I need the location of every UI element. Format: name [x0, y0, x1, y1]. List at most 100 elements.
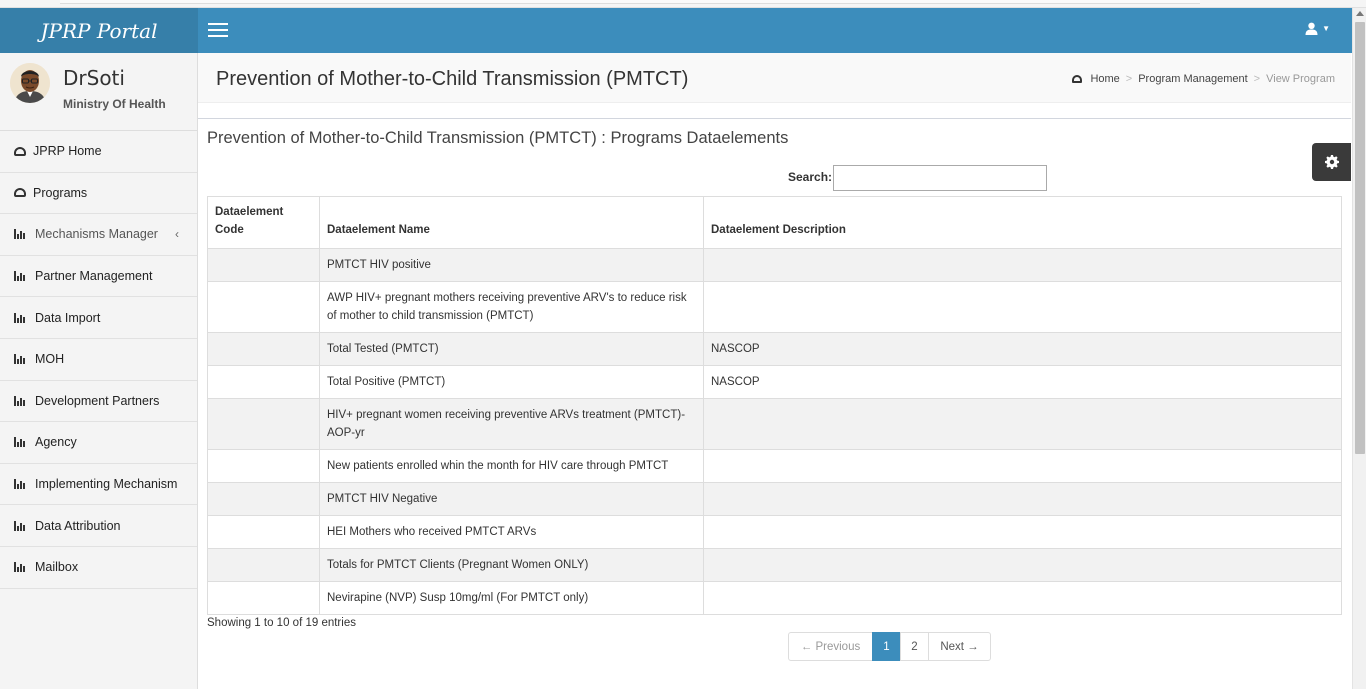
user-icon: [1305, 22, 1318, 35]
sidebar-item-programs[interactable]: Programs: [0, 173, 197, 215]
sidebar-item-label: Mailbox: [35, 560, 79, 575]
cell-name: PMTCT HIV positive: [319, 248, 704, 282]
brand-logo[interactable]: JPRP Portal: [0, 8, 198, 53]
settings-button[interactable]: [1312, 143, 1351, 181]
sidebar-item-moh[interactable]: MOH: [0, 339, 197, 381]
sidebar-item-label: JPRP Home: [33, 144, 102, 159]
sidebar-item-label: Agency: [35, 435, 77, 450]
cell-description: [703, 515, 1342, 549]
user-name: DrSoti: [63, 66, 125, 90]
user-panel: DrSoti Ministry Of Health: [0, 53, 197, 131]
table-info: Showing 1 to 10 of 19 entries: [207, 617, 356, 629]
divider: [198, 118, 1351, 119]
cell-code: [207, 482, 320, 516]
sidebar-item-development-partners[interactable]: Development Partners: [0, 381, 197, 423]
cell-name: HEI Mothers who received PMTCT ARVs: [319, 515, 704, 549]
table-row: AWP HIV+ pregnant mothers receiving prev…: [207, 281, 1342, 333]
breadcrumb-current: View Program: [1266, 73, 1335, 85]
page-2-button[interactable]: 2: [900, 632, 929, 661]
cell-description: NASCOP: [703, 365, 1342, 399]
cell-code: [207, 398, 320, 450]
cell-description: [703, 581, 1342, 615]
sidebar-item-implementing-mechanism[interactable]: Implementing Mechanism: [0, 464, 197, 506]
bar-chart-icon: [14, 562, 28, 573]
sidebar-item-label: Data Import: [35, 310, 101, 325]
user-organization: Ministry Of Health: [63, 97, 166, 111]
cell-name: Total Positive (PMTCT): [319, 365, 704, 399]
cell-name: PMTCT HIV Negative: [319, 482, 704, 516]
bar-chart-icon: [14, 437, 28, 448]
cell-description: NASCOP: [703, 332, 1342, 366]
cell-description: [703, 248, 1342, 282]
sidebar-item-mailbox[interactable]: Mailbox: [0, 547, 197, 589]
table-row: Total Tested (PMTCT) NASCOP: [207, 332, 1342, 366]
top-navbar: ▼: [198, 8, 1352, 53]
dashboard-icon: [14, 188, 26, 198]
cell-name: Nevirapine (NVP) Susp 10mg/ml (For PMTCT…: [319, 581, 704, 615]
bar-chart-icon: [14, 354, 28, 365]
page-scrollbar[interactable]: [1352, 8, 1366, 689]
chevron-left-icon: ‹: [175, 227, 179, 242]
sidebar-item-partner-management[interactable]: Partner Management: [0, 256, 197, 298]
breadcrumb-separator: >: [1125, 73, 1133, 85]
cell-name: Totals for PMTCT Clients (Pregnant Women…: [319, 548, 704, 582]
content-header: Prevention of Mother-to-Child Transmissi…: [198, 53, 1351, 103]
table-row: Totals for PMTCT Clients (Pregnant Women…: [207, 548, 1342, 582]
breadcrumb-separator: >: [1253, 73, 1261, 85]
breadcrumb: Home > Program Management > View Program: [1072, 73, 1335, 85]
cell-code: [207, 248, 320, 282]
bar-chart-icon: [14, 312, 28, 323]
table-row: Nevirapine (NVP) Susp 10mg/ml (For PMTCT…: [207, 581, 1342, 615]
sidebar-item-label: Partner Management: [35, 269, 153, 284]
page-1-button[interactable]: 1: [872, 632, 901, 661]
table-row: HIV+ pregnant women receiving preventive…: [207, 398, 1342, 450]
breadcrumb-program-management[interactable]: Program Management: [1138, 73, 1247, 85]
bar-chart-icon: [14, 395, 28, 406]
table-row: Total Positive (PMTCT) NASCOP: [207, 365, 1342, 399]
cell-description: [703, 482, 1342, 516]
browser-strip: [0, 0, 1366, 8]
sidebar-item-label: Implementing Mechanism: [35, 477, 178, 492]
cell-code: [207, 581, 320, 615]
bar-chart-icon: [14, 479, 28, 490]
cell-name: New patients enrolled whin the month for…: [319, 449, 704, 483]
search-input[interactable]: [833, 165, 1047, 191]
section-title: Prevention of Mother-to-Child Transmissi…: [207, 129, 789, 147]
cell-code: [207, 332, 320, 366]
breadcrumb-home[interactable]: Home: [1090, 73, 1119, 85]
dashboard-icon: [14, 146, 26, 156]
column-header-name[interactable]: Dataelement Name: [319, 196, 704, 249]
cell-name: AWP HIV+ pregnant mothers receiving prev…: [319, 281, 704, 333]
cell-name: Total Tested (PMTCT): [319, 332, 704, 366]
search-label: Search:: [788, 170, 833, 184]
column-header-code[interactable]: Dataelement Code: [207, 196, 320, 249]
column-header-description[interactable]: Dataelement Description: [703, 196, 1342, 249]
sidebar-item-label: Data Attribution: [35, 518, 121, 533]
cell-code: [207, 281, 320, 333]
cell-description: [703, 548, 1342, 582]
sidebar-item-jprp-home[interactable]: JPRP Home: [0, 131, 197, 173]
bar-chart-icon: [14, 229, 28, 240]
table-row: HEI Mothers who received PMTCT ARVs: [207, 515, 1342, 549]
sidebar-item-label: Programs: [33, 185, 88, 200]
sidebar-item-label: Development Partners: [35, 393, 160, 408]
gear-icon: [1324, 155, 1339, 169]
table-header-row: Dataelement Code Dataelement Name Datael…: [207, 196, 1342, 249]
sidebar-item-mechanisms-manager[interactable]: Mechanisms Manager ‹: [0, 214, 197, 256]
sidebar-item-label: MOH: [35, 352, 65, 367]
sidebar-item-data-import[interactable]: Data Import: [0, 297, 197, 339]
cell-description: [703, 449, 1342, 483]
table-row: PMTCT HIV Negative: [207, 482, 1342, 516]
cell-name: HIV+ pregnant women receiving preventive…: [319, 398, 704, 450]
user-menu[interactable]: ▼: [1305, 22, 1330, 35]
next-page-button[interactable]: Next →: [928, 632, 991, 661]
avatar: [10, 63, 50, 103]
cell-description: [703, 281, 1342, 333]
pagination: ← Previous 1 2 Next →: [788, 632, 991, 661]
bar-chart-icon: [14, 520, 28, 531]
sidebar-item-agency[interactable]: Agency: [0, 422, 197, 464]
cell-code: [207, 449, 320, 483]
previous-page-button[interactable]: ← Previous: [788, 632, 873, 661]
sidebar-item-data-attribution[interactable]: Data Attribution: [0, 505, 197, 547]
sidebar-toggle-icon[interactable]: [208, 23, 228, 37]
